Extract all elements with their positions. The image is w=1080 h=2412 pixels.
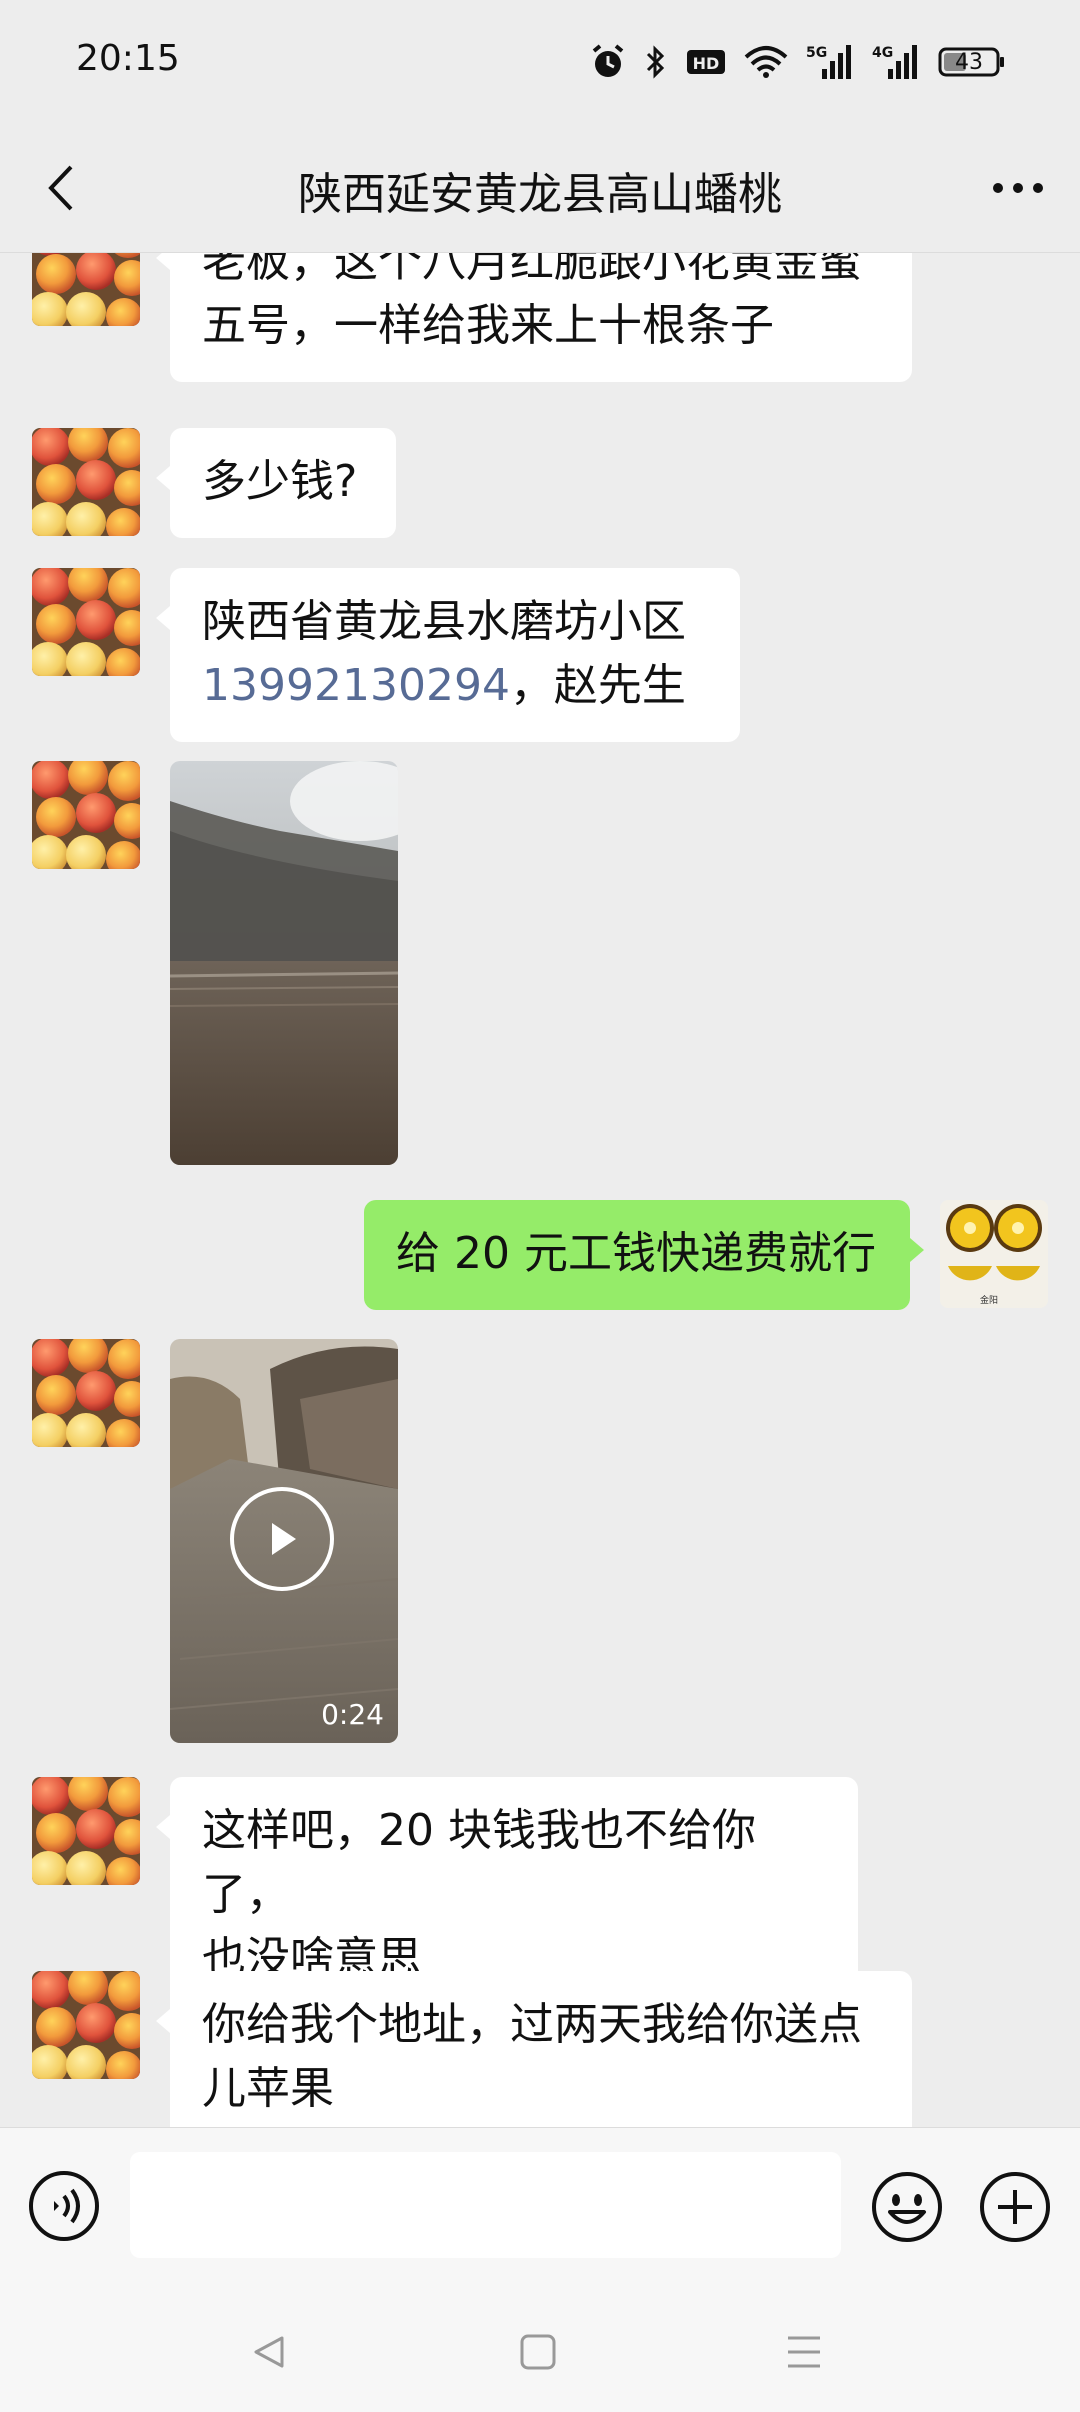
contact-avatar[interactable]	[32, 253, 140, 326]
more-button[interactable]	[986, 158, 1050, 218]
wifi-icon	[744, 46, 788, 78]
message-text-line: 给 20 元工钱快递费就行	[396, 1228, 876, 1279]
more-dots-icon	[993, 183, 1043, 193]
contact-avatar[interactable]	[32, 1971, 140, 2079]
image-message[interactable]	[170, 761, 398, 1165]
bluetooth-icon	[646, 45, 665, 79]
message-text-line: 陕西省黄龙县水磨坊小区	[202, 596, 686, 647]
message-bubble[interactable]: 你给我个地址，过两天我给你送点 儿苹果	[156, 1971, 912, 2127]
nav-menu-icon	[788, 2336, 820, 2368]
chat-input-bar	[0, 2127, 1080, 2283]
message-text-line: 老板，这个八月红脆跟小花黄金蜜	[202, 253, 862, 287]
message-text-line: 这样吧，20 块钱我也不给你了，	[202, 1805, 756, 1920]
play-icon	[272, 1523, 296, 1555]
status-bar: 20:15 HD 5G 4G 43	[0, 0, 1080, 124]
message-bubble[interactable]: 多少钱?	[156, 428, 396, 538]
system-navigation-bar	[0, 2282, 1080, 2412]
nav-back-button[interactable]	[240, 2322, 300, 2382]
message-list[interactable]: 老板，这个八月红脆跟小花黄金蜜 五号，一样给我来上十根条子 多少钱? 陕西省黄龙…	[0, 253, 1080, 2127]
message-text-line: 儿苹果	[202, 2063, 334, 2114]
hd-icon: HD	[687, 50, 725, 74]
more-functions-button[interactable]	[978, 2170, 1052, 2244]
svg-text:HD: HD	[693, 54, 720, 73]
message-text-line: 你给我个地址，过两天我给你送点	[202, 1999, 862, 2050]
contact-avatar[interactable]	[32, 428, 140, 536]
contact-avatar[interactable]	[32, 1777, 140, 1885]
video-duration: 0:24	[321, 1698, 384, 1731]
nav-home-button[interactable]	[508, 2322, 568, 2382]
message-text-line: 五号，一样给我来上十根条子	[202, 300, 774, 351]
contact-avatar[interactable]	[32, 761, 140, 869]
emoji-button[interactable]	[870, 2170, 944, 2244]
phone-number-link[interactable]: 13992130294	[202, 660, 510, 711]
message-text-line: 13992130294，赵先生	[202, 654, 708, 718]
svg-text:4G: 4G	[872, 45, 893, 61]
svg-text:金阳: 金阳	[980, 1294, 998, 1306]
message-text-line: 多少钱?	[202, 456, 358, 507]
chat-header: 陕西延安黄龙县高山蟠桃	[0, 124, 1080, 253]
contact-avatar[interactable]	[32, 1339, 140, 1447]
message-text-suffix: ，赵先生	[509, 660, 686, 711]
status-icons: HD 5G 4G 43	[590, 38, 1006, 86]
self-avatar[interactable]: 金阳	[940, 1200, 1048, 1308]
voice-button[interactable]	[28, 2170, 100, 2242]
battery-icon: 43	[938, 47, 1004, 77]
emoji-icon	[872, 2172, 942, 2242]
signal-4g-icon: 4G	[872, 45, 917, 79]
nav-back-icon	[254, 2336, 284, 2368]
plus-icon	[980, 2172, 1050, 2242]
nav-home-icon	[520, 2334, 556, 2370]
video-message[interactable]: 0:24	[170, 1339, 398, 1743]
svg-text:5G: 5G	[806, 45, 827, 61]
chat-title: 陕西延安黄龙县高山蟠桃	[298, 169, 782, 220]
message-input[interactable]	[130, 2152, 841, 2258]
nav-menu-button[interactable]	[774, 2322, 834, 2382]
alarm-icon	[592, 44, 624, 77]
svg-text:43: 43	[955, 50, 983, 75]
message-bubble[interactable]: 陕西省黄龙县水磨坊小区 13992130294，赵先生	[156, 568, 740, 742]
play-button[interactable]	[230, 1487, 334, 1591]
contact-avatar[interactable]	[32, 568, 140, 676]
message-bubble-self[interactable]: 给 20 元工钱快递费就行	[364, 1200, 924, 1310]
signal-5g-icon: 5G	[806, 45, 851, 79]
voice-icon	[29, 2171, 99, 2241]
status-time: 20:15	[76, 38, 180, 79]
message-bubble[interactable]: 老板，这个八月红脆跟小花黄金蜜 五号，一样给我来上十根条子	[156, 253, 912, 382]
field-photo	[170, 761, 398, 1165]
